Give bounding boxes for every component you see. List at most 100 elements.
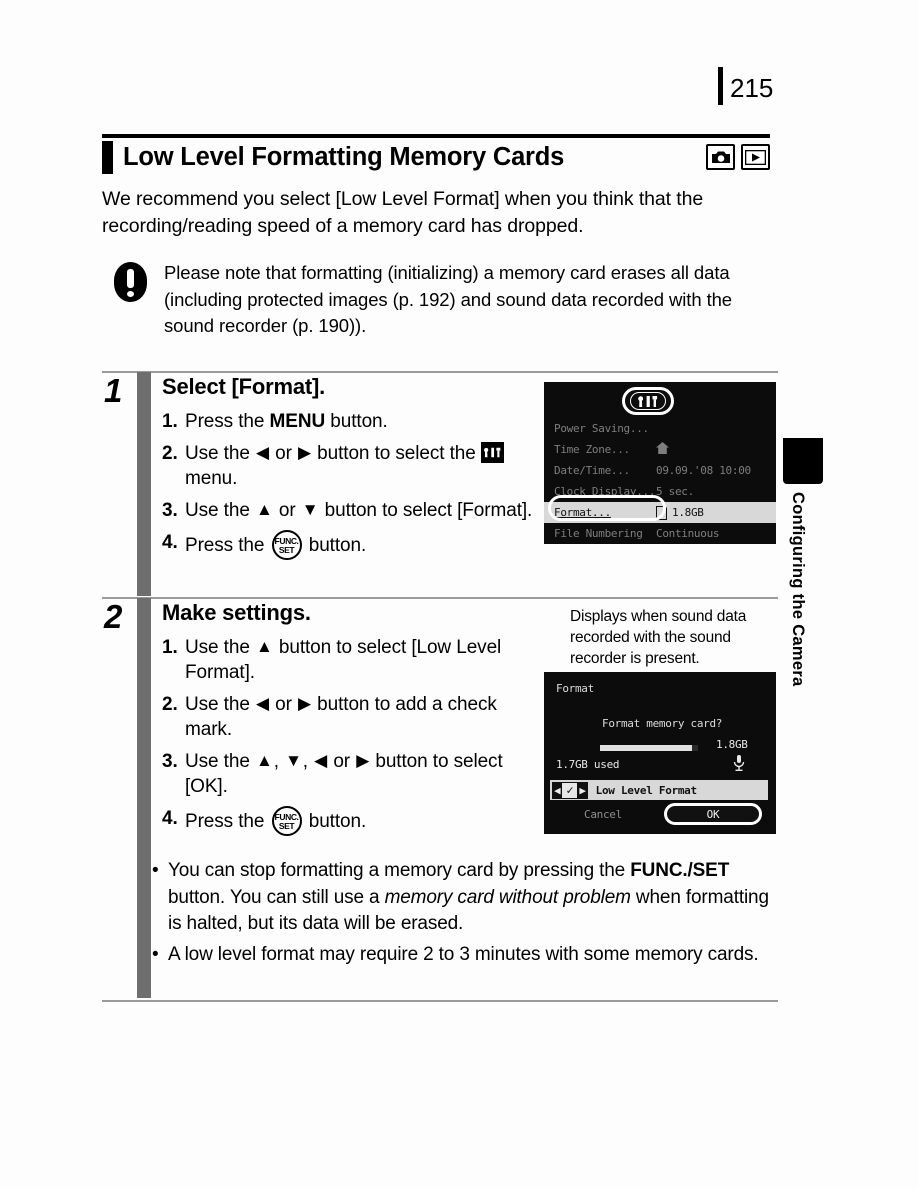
- text-run: or: [328, 751, 356, 772]
- capacity-bar: [600, 745, 698, 751]
- menu-value-text: Continuous: [656, 527, 720, 540]
- tools-menu-tab-highlight: [622, 387, 674, 415]
- menu-row[interactable]: Power Saving...: [544, 418, 776, 439]
- side-tab-label: Configuring the Camera: [789, 492, 807, 687]
- menu-row-selected[interactable]: Format... 1.8GB: [544, 502, 776, 523]
- text-run: You can stop formatting a memory card by…: [168, 860, 631, 881]
- camera-lcd-format-dialog: Format Format memory card? 1.8GB 1.7GB u…: [544, 672, 776, 834]
- text-run: Use the: [185, 694, 255, 715]
- substep: 2. Use the ◀ or ▶ button to select the me…: [162, 441, 542, 491]
- menu-row-label: File Numbering: [554, 527, 643, 540]
- divider-rule: [102, 1000, 778, 1002]
- substep-text: Use the ▲ button to select [Low Level Fo…: [185, 635, 542, 685]
- substep-number: 2.: [162, 694, 178, 715]
- bullet-item: • You can stop formatting a memory card b…: [152, 858, 777, 938]
- page-number-rule: [718, 67, 723, 105]
- menu-value-text: 1.8GB: [672, 506, 704, 519]
- substep-text: Press the MENU button.: [185, 409, 542, 434]
- arrow-left-icon: ◀: [314, 751, 328, 770]
- bullet-text: A low level format may require 2 to 3 mi…: [168, 942, 777, 969]
- step-body: Select [Format]. 1. Press the MENU button…: [162, 374, 542, 567]
- memory-card-icon: [656, 505, 668, 520]
- divider-rule: [102, 597, 778, 599]
- text-run: button. You can still use a: [168, 886, 385, 908]
- substep-number: 4.: [162, 808, 178, 829]
- text-run: or: [273, 500, 301, 521]
- arrow-right-icon: ▶: [298, 443, 311, 462]
- arrow-down-icon: ▼: [301, 500, 319, 519]
- arrow-up-icon: ▲: [255, 751, 273, 770]
- menu-row[interactable]: Date/Time... 09.09.'08 10:00: [544, 460, 776, 481]
- substep: 1. Press the MENU button.: [162, 409, 542, 434]
- warning-note: Please note that formatting (initializin…: [110, 258, 778, 340]
- checkbox-arrows[interactable]: ◀ ✓ ▶: [552, 781, 588, 799]
- text-run: Use the: [185, 500, 255, 521]
- ok-button[interactable]: OK: [664, 803, 762, 825]
- camera-lcd-settings-menu: Power Saving... Time Zone... Date/Time... 0…: [544, 382, 776, 544]
- section-header: Low Level Formatting Memory Cards: [102, 138, 770, 176]
- card-used-size: 1.7GB used: [556, 758, 620, 771]
- arrow-left-icon: ◀: [554, 783, 561, 797]
- substep-text: Use the ◀ or ▶ button to add a check mar…: [185, 692, 542, 742]
- notes-bullet-list: • You can stop formatting a memory card b…: [152, 858, 777, 972]
- menu-row-value: 09.09.'08 10:00: [656, 464, 776, 477]
- page-title: Low Level Formatting Memory Cards: [123, 142, 565, 171]
- substep-number: 3.: [162, 500, 178, 521]
- menu-row-label: Power Saving...: [554, 422, 649, 435]
- tools-menu-icon: [480, 442, 504, 463]
- text-run: Press the: [185, 411, 270, 432]
- menu-row[interactable]: File Numbering Continuous: [544, 523, 776, 544]
- step-body: Make settings. 1. Use the ▲ button to sel…: [162, 600, 542, 843]
- emphasis-text: SET: [692, 860, 730, 881]
- substep-list: 1. Press the MENU button. 2. Use the ◀ or ▶…: [162, 409, 542, 560]
- arrow-right-icon: ▶: [356, 751, 370, 770]
- menu-value-text: 5 sec.: [656, 485, 694, 498]
- text-run: Press the: [185, 811, 270, 832]
- cancel-button[interactable]: Cancel: [584, 808, 622, 821]
- text-run: Use the: [185, 751, 255, 772]
- low-level-format-checkbox-row[interactable]: ◀ ✓ ▶ Low Level Format: [550, 780, 768, 800]
- tools-menu-icon: [630, 392, 666, 410]
- page-number-block: 215: [718, 66, 773, 106]
- manual-page: 215 Low Level Formatting Memory Cards We…: [0, 0, 918, 1188]
- text-run: button to select [Format].: [319, 500, 533, 521]
- substep: 4. Press the FUNC. SET button.: [162, 530, 542, 560]
- substep-text: Press the FUNC. SET button.: [185, 806, 542, 836]
- substep-number: 1.: [162, 637, 178, 658]
- menu-row[interactable]: Clock Display... 5 sec.: [544, 481, 776, 502]
- text-run: or: [269, 443, 298, 464]
- menu-row-label: Time Zone...: [554, 443, 630, 456]
- header-tab-marker: [102, 140, 113, 174]
- substep-text: Use the ▲ or ▼ button to select [Format]…: [185, 498, 542, 523]
- menu-row-label: Date/Time...: [554, 464, 630, 477]
- substep: 2. Use the ◀ or ▶ button to add a check m…: [162, 692, 542, 742]
- substep: 3. Use the ▲ or ▼ button to select [Forma…: [162, 498, 542, 523]
- emphasis-text: MENU: [269, 411, 326, 432]
- side-tab-marker: [783, 438, 823, 484]
- text-run: ,: [273, 751, 285, 772]
- divider-rule: [102, 371, 778, 373]
- func-set-icon: FUNC. SET: [271, 530, 302, 560]
- microphone-icon: [732, 754, 746, 776]
- text-run: button to select the: [312, 443, 481, 464]
- menu-row[interactable]: Time Zone...: [544, 439, 776, 460]
- text-run: Press the: [185, 535, 270, 556]
- text-run: button.: [303, 811, 367, 832]
- checkbox-label: Low Level Format: [595, 783, 697, 797]
- step-title: Select [Format].: [162, 374, 326, 399]
- capacity-bar-fill: [600, 745, 693, 751]
- text-run: Use the: [185, 637, 255, 658]
- menu-row-value: [656, 442, 776, 457]
- func-set-icon: FUNC. SET: [271, 806, 302, 836]
- text-run: Use the: [185, 443, 255, 464]
- page-number: 215: [730, 72, 774, 103]
- substep-number: 2.: [162, 443, 178, 464]
- step-bar: [137, 598, 151, 998]
- substep-number: 1.: [162, 411, 178, 432]
- text-run: A low level format may require 2 to 3 mi…: [168, 943, 759, 965]
- bullet-marker: •: [152, 860, 159, 881]
- checkbox[interactable]: ✓: [562, 782, 578, 798]
- bullet-marker: •: [152, 943, 159, 965]
- dialog-title: Format: [556, 682, 594, 695]
- text-run: ,: [302, 751, 314, 772]
